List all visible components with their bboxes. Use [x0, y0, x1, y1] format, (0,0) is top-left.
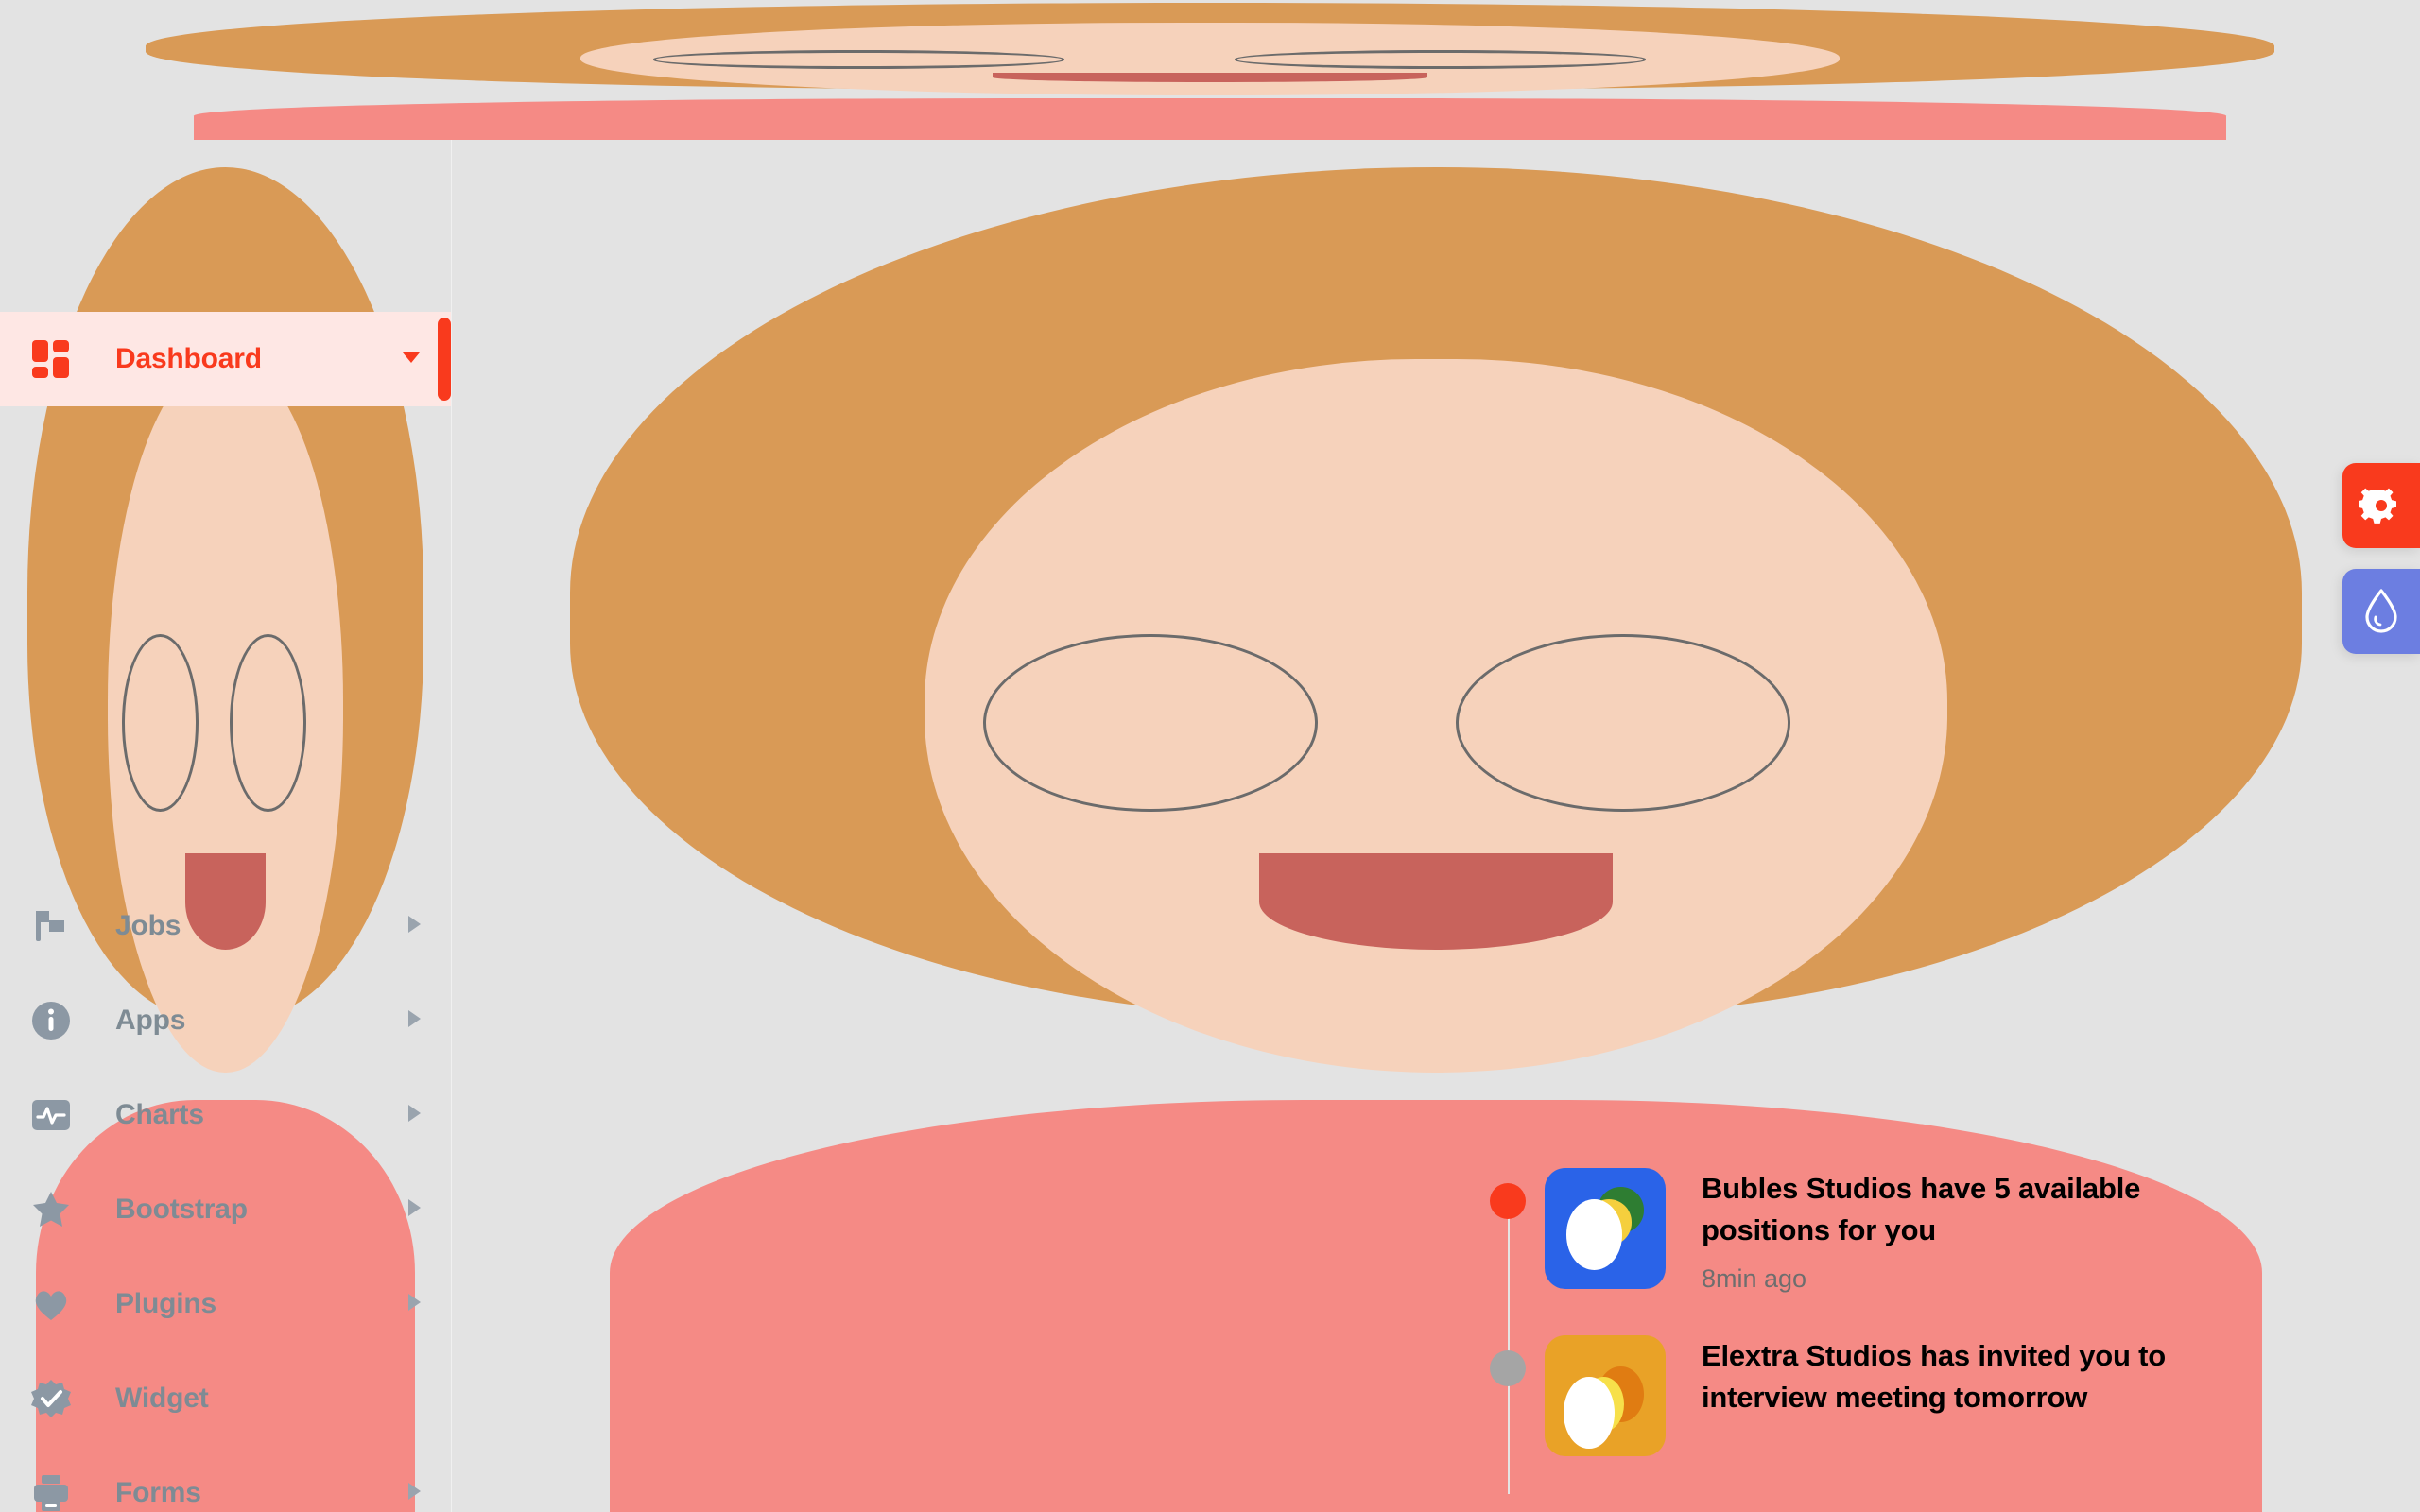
profile-photo [452, 140, 2420, 1512]
grid-icon [30, 338, 81, 380]
activity-text: Bubles Studios have 5 available position… [1702, 1172, 2141, 1247]
sidebar-item-charts[interactable]: Charts [0, 1068, 451, 1162]
sidebar-item-jobs[interactable]: Jobs [0, 879, 451, 973]
caret-right-icon[interactable] [402, 1196, 424, 1224]
profile-header: Franklin Jr UI / UX Designer Medan, Suma… [452, 140, 2420, 1512]
caret-right-icon[interactable] [402, 1291, 424, 1318]
activity-time: 8min ago [1702, 1264, 1807, 1294]
sidebar-item-plugins[interactable]: Plugins [0, 1257, 451, 1351]
caret-right-icon[interactable] [402, 1480, 424, 1507]
list-item[interactable]: Bubles Studios have 5 available position… [1490, 1168, 2276, 1294]
list-item[interactable]: Elextra Studios has invited you to inter… [1490, 1335, 2276, 1457]
chart-line-icon [30, 1094, 81, 1136]
sidebar-item-forms[interactable]: Forms [0, 1446, 451, 1512]
printer-icon [30, 1472, 81, 1512]
floating-action-stack [2342, 463, 2420, 654]
caret-right-icon[interactable] [402, 1007, 424, 1035]
info-circle-icon [30, 1000, 81, 1041]
caret-right-icon[interactable] [402, 913, 424, 940]
sidebar-item-label: Charts [115, 1099, 204, 1130]
timeline-bullet-icon [1490, 1183, 1526, 1219]
timeline-bullet-icon [1490, 1350, 1526, 1387]
activity-thumbnail [1545, 1335, 1666, 1457]
sidebar-profile[interactable]: Franklin Jr Superadmin [0, 140, 451, 1512]
sidebar-item-label: Widget [115, 1383, 209, 1414]
activity-body: Elextra Studios has invited you to inter… [1702, 1335, 2276, 1432]
main-content: 342 +0.5 % Interview Schedules 984 Appli… [452, 140, 2420, 1512]
sidebar-item-label: Dashboard [115, 343, 262, 374]
sidebar-item-label: Jobs [115, 910, 182, 941]
sidebar-item-label: Plugins [115, 1288, 216, 1319]
avatar[interactable] [0, 0, 2420, 140]
heart-icon [30, 1283, 81, 1325]
water-drop-icon[interactable] [2342, 569, 2420, 654]
sidebar-item-label: Apps [115, 1005, 186, 1036]
caret-down-icon[interactable] [398, 344, 424, 375]
settings-gear-icon[interactable] [2342, 463, 2420, 548]
right-column: Franklin Jr UI / UX Designer Medan, Suma… [452, 140, 2420, 1512]
activity-body: Bubles Studios have 5 available position… [1702, 1168, 2276, 1294]
sidebar-item-dashboard[interactable]: Dashboard [0, 312, 451, 406]
flag-icon [30, 905, 81, 947]
sidebar-item-widget[interactable]: Widget [0, 1351, 451, 1446]
sidebar-item-apps[interactable]: Apps [0, 973, 451, 1068]
header-actions: 76 4 15 [0, 0, 2420, 140]
activity-timeline: Bubles Studios have 5 available position… [1490, 1168, 2276, 1495]
profile-card: Franklin Jr UI / UX Designer Medan, Suma… [452, 140, 2420, 1512]
sidebar-item-bootstrap[interactable]: Bootstrap [0, 1162, 451, 1257]
activity-text: Elextra Studios has invited you to inter… [1702, 1339, 2167, 1415]
sidebar: Franklin Jr Superadmin Dashboard Dashboa [0, 140, 452, 1512]
sidebar-item-label: Forms [115, 1477, 201, 1508]
top-header-bar: Jobick Job Admin Dashboard Dashboard [0, 0, 2420, 140]
activity-thumbnail [1545, 1168, 1666, 1289]
sidebar-item-label: Bootstrap [115, 1194, 248, 1225]
star-icon [30, 1189, 81, 1230]
caret-right-icon[interactable] [402, 1102, 424, 1129]
sidebar-avatar [0, 140, 451, 1512]
badge-check-icon [30, 1378, 81, 1419]
